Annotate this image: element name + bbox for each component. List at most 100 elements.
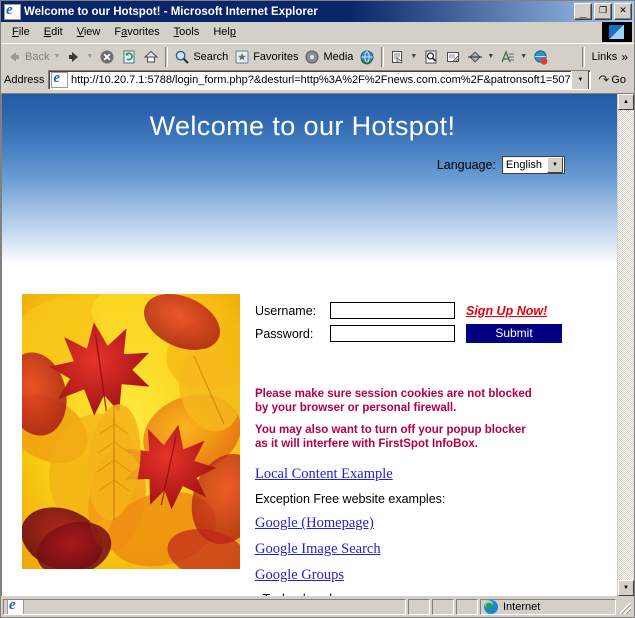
mail-dropdown-icon[interactable]: ▼ [410,53,417,60]
login-form: Username: Sign Up Now! Password: Submit [255,302,585,348]
close-button[interactable]: ✕ [614,3,632,20]
menu-bar: File Edit View Favorites Tools Help [1,22,634,43]
discuss-icon [467,49,483,65]
favorites-label: Favorites [253,50,299,63]
ie-brand-logo [602,22,632,42]
language-selector-row: Language: English ▼ [437,156,565,174]
menu-item-favorites[interactable]: Favorites [107,24,166,41]
history-button[interactable] [356,46,378,68]
links-label[interactable]: Links [592,51,618,63]
sign-up-now-link[interactable]: Sign Up Now! [466,304,547,318]
address-input-wrap[interactable]: http://10.20.7.1:5788/login_form.php?&de… [48,70,592,90]
toolbar-separator-2 [381,46,385,67]
favorites-button[interactable]: Favorites [231,46,301,68]
close-icon: ✕ [619,5,627,15]
toolbar-separator-1 [165,46,169,67]
password-row: Password: Submit [255,324,585,343]
refresh-icon [121,49,137,65]
research-button[interactable]: ▼ [497,46,530,68]
navigation-toolbar: Back ▼ ▼ Search Favorites Media ▼ ▼ ▼ Li… [1,43,634,69]
browser-viewport: Welcome to our Hotspot! Language: Englis… [1,93,634,596]
chevron-down-icon[interactable]: ▼ [547,157,563,173]
discuss-dropdown-icon[interactable]: ▼ [487,53,494,60]
home-icon [143,49,159,65]
toolbar-overflow-icon[interactable]: » [621,50,628,64]
back-dropdown-icon[interactable]: ▼ [53,53,60,60]
google-groups-link[interactable]: Google Groups [255,567,445,584]
search-label: Search [193,50,229,63]
go-button[interactable]: ↷ Go [594,72,632,88]
media-label: Media [323,50,354,63]
refresh-button[interactable] [118,46,140,68]
stop-button[interactable] [96,46,118,68]
mail-button[interactable]: ▼ [387,46,420,68]
window-controls: _ ❐ ✕ [574,3,632,20]
warning-1-line-2: by your browser or personal firewall. [255,401,457,414]
discuss-button[interactable]: ▼ [464,46,497,68]
technology-by-label: Technology by [2,592,603,596]
maximize-icon: ❐ [598,5,608,15]
messenger-icon [533,49,549,65]
internet-zone-globe-icon [484,600,498,614]
page-title: Welcome to our Hotspot! [149,111,456,141]
back-arrow-icon [6,49,22,65]
language-select[interactable]: English ▼ [501,156,565,174]
menu-item-view[interactable]: View [70,24,108,41]
back-label: Back [25,50,50,63]
security-zone-pane[interactable]: Internet [480,599,616,615]
warning-2-line-1: You may also want to turn off your popup… [255,424,526,436]
status-pane-4 [456,599,478,615]
minimize-button[interactable]: _ [574,3,592,20]
forward-dropdown-icon[interactable]: ▼ [86,53,93,60]
back-button[interactable]: Back ▼ [3,46,63,68]
maximize-button[interactable]: ❐ [594,3,612,20]
menu-item-tools[interactable]: Tools [167,24,207,41]
warning-paragraph-2: You may also want to turn off your popup… [255,424,532,451]
address-label: Address [4,74,45,86]
menu-view-rest: iew [83,25,101,38]
address-bar: Address http://10.20.7.1:5788/login_form… [1,69,634,93]
address-dropdown-icon[interactable]: ▼ [571,71,590,89]
password-input[interactable] [330,325,455,342]
warning-2-line-2: as it will interfere with FirstSpot Info… [255,437,478,450]
scroll-up-button[interactable]: ▲ [618,94,634,110]
status-pane-2 [408,599,430,615]
google-image-search-link[interactable]: Google Image Search [255,541,445,558]
edit-pencil-icon [445,49,461,65]
username-input[interactable] [330,302,455,319]
search-icon [174,49,190,65]
research-dropdown-icon[interactable]: ▼ [520,53,527,60]
messenger-button[interactable] [530,46,552,68]
scrollbar-track[interactable] [618,110,634,580]
links-toolbar[interactable]: Links » [579,46,632,67]
menu-item-file[interactable]: File [5,24,37,41]
toolbar-separator-3 [581,46,585,67]
search-button[interactable]: Search [171,46,231,68]
minimize-icon: _ [579,5,587,19]
forward-button[interactable]: ▼ [63,46,96,68]
go-arrow-icon: ↷ [598,72,610,87]
warning-1-line-1: Please make sure session cookies are not… [255,388,532,400]
media-button[interactable]: Media [301,46,356,68]
local-content-example-link[interactable]: Local Content Example [255,466,445,483]
stop-icon [99,49,115,65]
menu-item-help[interactable]: Help [206,24,243,41]
home-button[interactable] [140,46,162,68]
status-page-icon [7,600,24,614]
password-label: Password: [255,326,314,341]
status-message-pane [3,599,406,615]
submit-button[interactable]: Submit [466,324,562,343]
address-input[interactable]: http://10.20.7.1:5788/login_form.php?&de… [71,74,571,86]
print-preview-button[interactable] [420,46,442,68]
menu-item-edit[interactable]: Edit [37,24,70,41]
scroll-down-button[interactable]: ▼ [618,580,634,596]
menu-file-rest: ile [18,25,30,38]
edit-button[interactable] [442,46,464,68]
vertical-scrollbar[interactable]: ▲ ▼ [617,94,634,596]
resize-grip[interactable] [618,599,632,615]
ie-document-icon [4,2,21,20]
favorites-star-icon [234,49,250,65]
menu-edit-rest: dit [51,25,63,38]
google-homepage-link[interactable]: Google (Homepage) [255,515,445,532]
research-icon [500,49,516,65]
